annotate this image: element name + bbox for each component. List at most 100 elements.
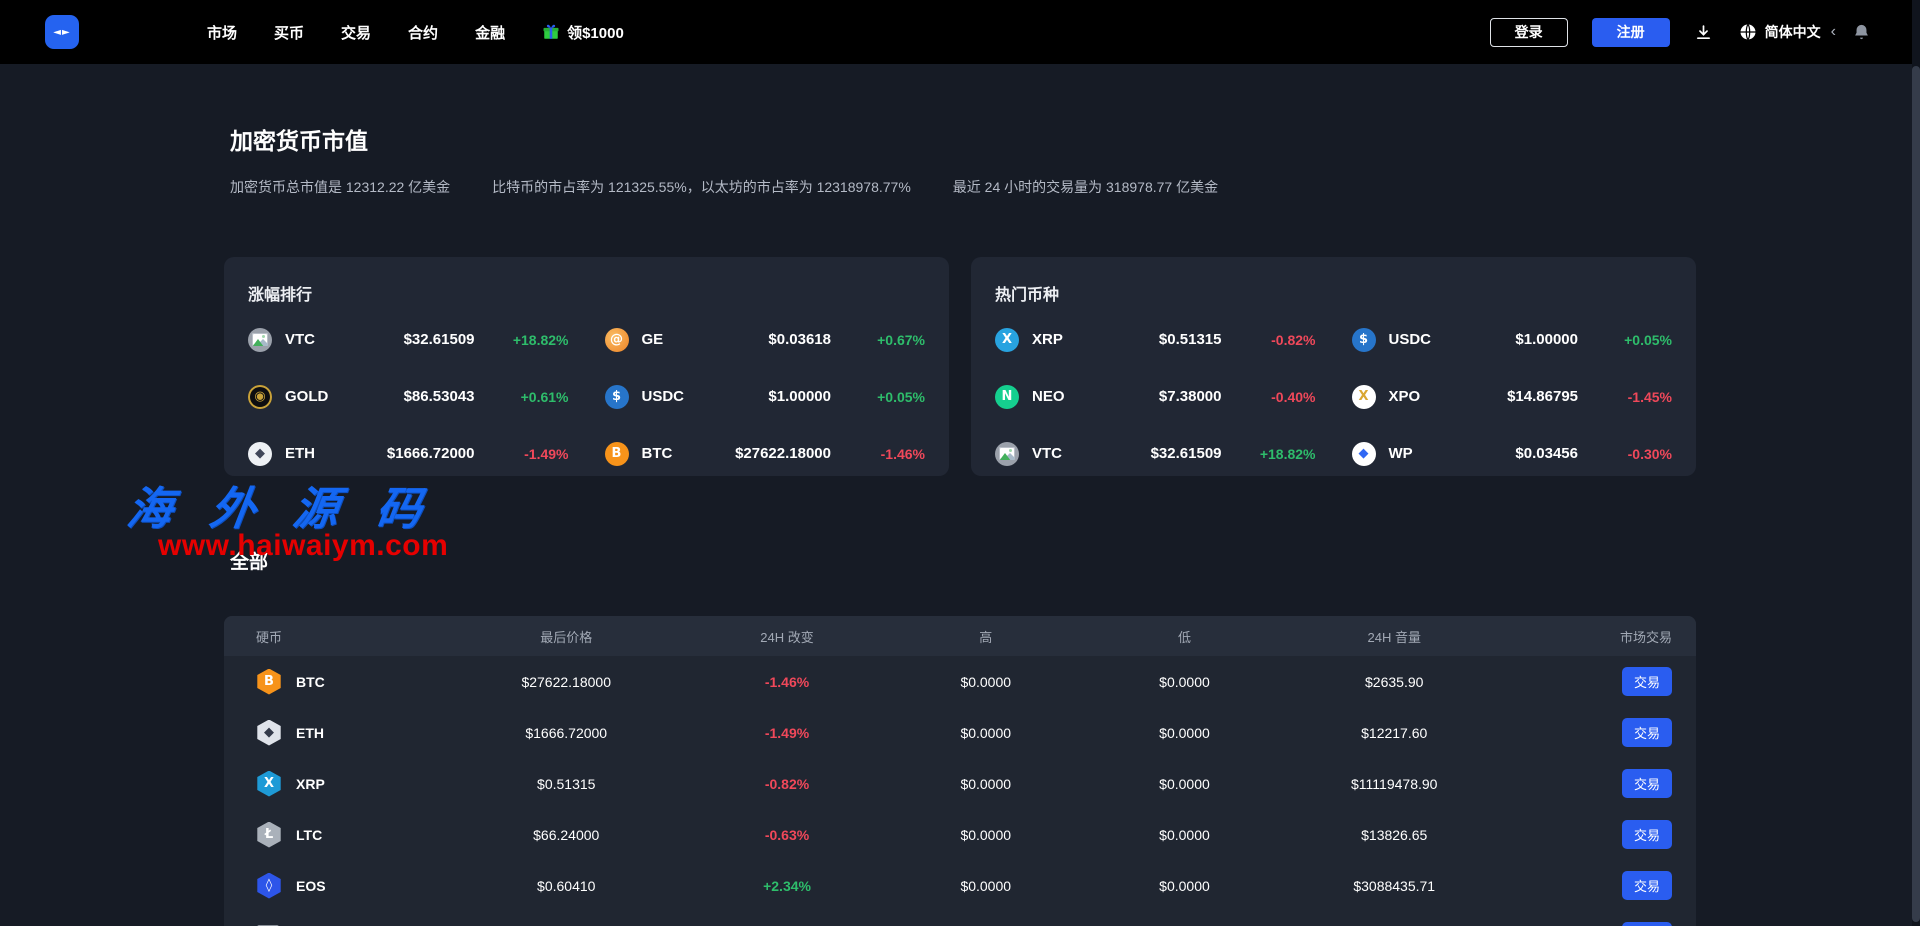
coin-change: +0.05% [831,389,925,405]
eos-coin-icon: ◊ [256,873,282,899]
card-grid: VTC$32.61509+18.82% @GE$0.03618+0.67% ◉GOL… [248,311,925,482]
trade-button[interactable]: 交易 [1622,871,1672,900]
trade-button[interactable]: 交易 [1622,769,1672,798]
coin-symbol: NEO [1032,388,1084,405]
coin-change: -1.45% [1578,389,1672,405]
coin-price: $1666.72000 [337,445,475,462]
coin-change: -0.82% [1222,332,1316,348]
column-header-1: 硬币 [224,627,445,646]
market-mini-item[interactable]: $USDC$1.00000+0.05% [1352,311,1673,368]
market-mini-item[interactable]: N NEO$7.38000-0.40% [995,368,1316,425]
wp-coin-icon: ◆ [1352,442,1376,466]
coin-change: +0.05% [1578,332,1672,348]
table-row[interactable]: YMT$1.72078+0.28%$0.0000$0.0000$2373.92交… [224,911,1696,926]
scrollbar-thumb[interactable] [1912,66,1920,922]
action-cell: 交易 [1505,667,1696,696]
promo-bonus-link[interactable]: 领$1000 [542,22,624,43]
last-price: $66.24000 [445,827,688,843]
login-button[interactable]: 登录 [1490,18,1568,47]
low-price: $0.0000 [1085,827,1284,843]
menu-item-3[interactable]: 交易 [341,22,371,43]
market-mini-item[interactable]: XXRP$0.51315-0.82% [995,311,1316,368]
market-mini-item[interactable]: ◆WP$0.03456-0.30% [1352,425,1673,482]
table-row[interactable]: BBTC$27622.18000-1.46%$0.0000$0.0000$263… [224,656,1696,707]
market-mini-item[interactable]: ◆ETH$1666.72000-1.49% [248,425,569,482]
eth-coin-icon: ◆ [248,442,272,466]
market-mini-item[interactable]: @GE$0.03618+0.67% [605,311,926,368]
neo-coin-icon: N [995,385,1019,409]
coin-price: $1.00000 [693,388,831,405]
high-price: $0.0000 [886,725,1085,741]
register-button[interactable]: 注册 [1592,18,1670,47]
column-header-6: 24H 音量 [1284,627,1505,646]
last-price: $0.60410 [445,878,688,894]
market-mini-item[interactable]: BBTC$27622.18000-1.46% [605,425,926,482]
xpo-coin-icon: X [1352,385,1376,409]
hot-coins-card: 热门币种 XXRP$0.51315-0.82%$USDC$1.00000+0.0… [971,257,1696,476]
mountain-shape [252,339,264,346]
coin-cell: ◊EOS [224,873,445,899]
language-selector[interactable]: 简体中文 ‹ [1739,22,1836,42]
menu-item-2[interactable]: 买币 [274,22,304,43]
coin-cell: XXRP [224,771,445,797]
download-icon[interactable] [1695,24,1712,41]
trade-button[interactable]: 交易 [1622,667,1672,696]
gift-icon [542,23,560,41]
column-header-3: 24H 改变 [688,627,887,646]
menu-item-1[interactable]: 市场 [207,22,237,43]
table-row[interactable]: ◊EOS$0.60410+2.34%$0.0000$0.0000$3088435… [224,860,1696,911]
menu-item-5[interactable]: 金融 [475,22,505,43]
coin-price: $7.38000 [1084,388,1222,405]
coin-symbol: USDC [642,388,694,405]
last-price: $27622.18000 [445,674,688,690]
page-content: 加密货币市值 加密货币总市值是 12312.22 亿美金比特币的市占率为 121… [224,64,1696,926]
market-mini-item[interactable]: $USDC$1.00000+0.05% [605,368,926,425]
trade-button[interactable]: 交易 [1622,922,1672,926]
notification-bell-icon[interactable] [1853,23,1870,41]
action-cell: 交易 [1505,769,1696,798]
coin-symbol: BTC [296,674,325,690]
market-mini-item[interactable]: VTC$32.61509+18.82% [248,311,569,368]
image-placeholder-icon [999,447,1015,460]
low-price: $0.0000 [1085,776,1284,792]
volume-24h: $2635.90 [1284,674,1505,690]
table-row[interactable]: ◆ETH$1666.72000-1.49%$0.0000$0.0000$1221… [224,707,1696,758]
coin-price: $0.03618 [693,331,831,348]
coin-cell: ◆ETH [224,720,445,746]
menu-item-4[interactable]: 合约 [408,22,438,43]
high-price: $0.0000 [886,674,1085,690]
market-mini-item[interactable]: VTC$32.61509+18.82% [995,425,1316,482]
coin-cell: ŁLTC [224,822,445,848]
trade-button[interactable]: 交易 [1622,718,1672,747]
table-header: 硬币最后价格24H 改变高低24H 音量市场交易 [224,616,1696,656]
volume-24h: $3088435.71 [1284,878,1505,894]
coin-symbol: XPO [1389,388,1441,405]
ltc-coin-icon: Ł [256,822,282,848]
coin-price: $0.51315 [1084,331,1222,348]
market-mini-item[interactable]: ◉GOLD$86.53043+0.61% [248,368,569,425]
change-24h: -1.49% [688,725,887,741]
coin-cell: BBTC [224,669,445,695]
coin-symbol: GOLD [285,388,337,405]
coin-symbol: ETH [296,725,324,741]
scrollbar-track[interactable] [1912,0,1920,926]
table-row[interactable]: ŁLTC$66.24000-0.63%$0.0000$0.0000$13826.… [224,809,1696,860]
site-logo[interactable]: ◄► [45,15,79,49]
table-body: BBTC$27622.18000-1.46%$0.0000$0.0000$263… [224,656,1696,926]
last-price: $0.51315 [445,776,688,792]
change-24h: -1.46% [688,674,887,690]
xrp-coin-icon: X [995,328,1019,352]
coin-change: -0.40% [1222,389,1316,405]
coin-price: $14.86795 [1440,388,1578,405]
market-mini-item[interactable]: X XPO$14.86795-1.45% [1352,368,1673,425]
table-row[interactable]: XXRP$0.51315-0.82%$0.0000$0.0000$1111947… [224,758,1696,809]
coin-symbol: WP [1389,445,1441,462]
trade-button[interactable]: 交易 [1622,820,1672,849]
promo-label: 领$1000 [567,22,624,43]
gainers-card: 涨幅排行 VTC$32.61509+18.82%@GE$0.03618+0.67… [224,257,949,476]
low-price: $0.0000 [1085,674,1284,690]
xrp-coin-icon: X [256,771,282,797]
last-price: $1666.72000 [445,725,688,741]
change-24h: -0.82% [688,776,887,792]
coin-price: $0.03456 [1440,445,1578,462]
